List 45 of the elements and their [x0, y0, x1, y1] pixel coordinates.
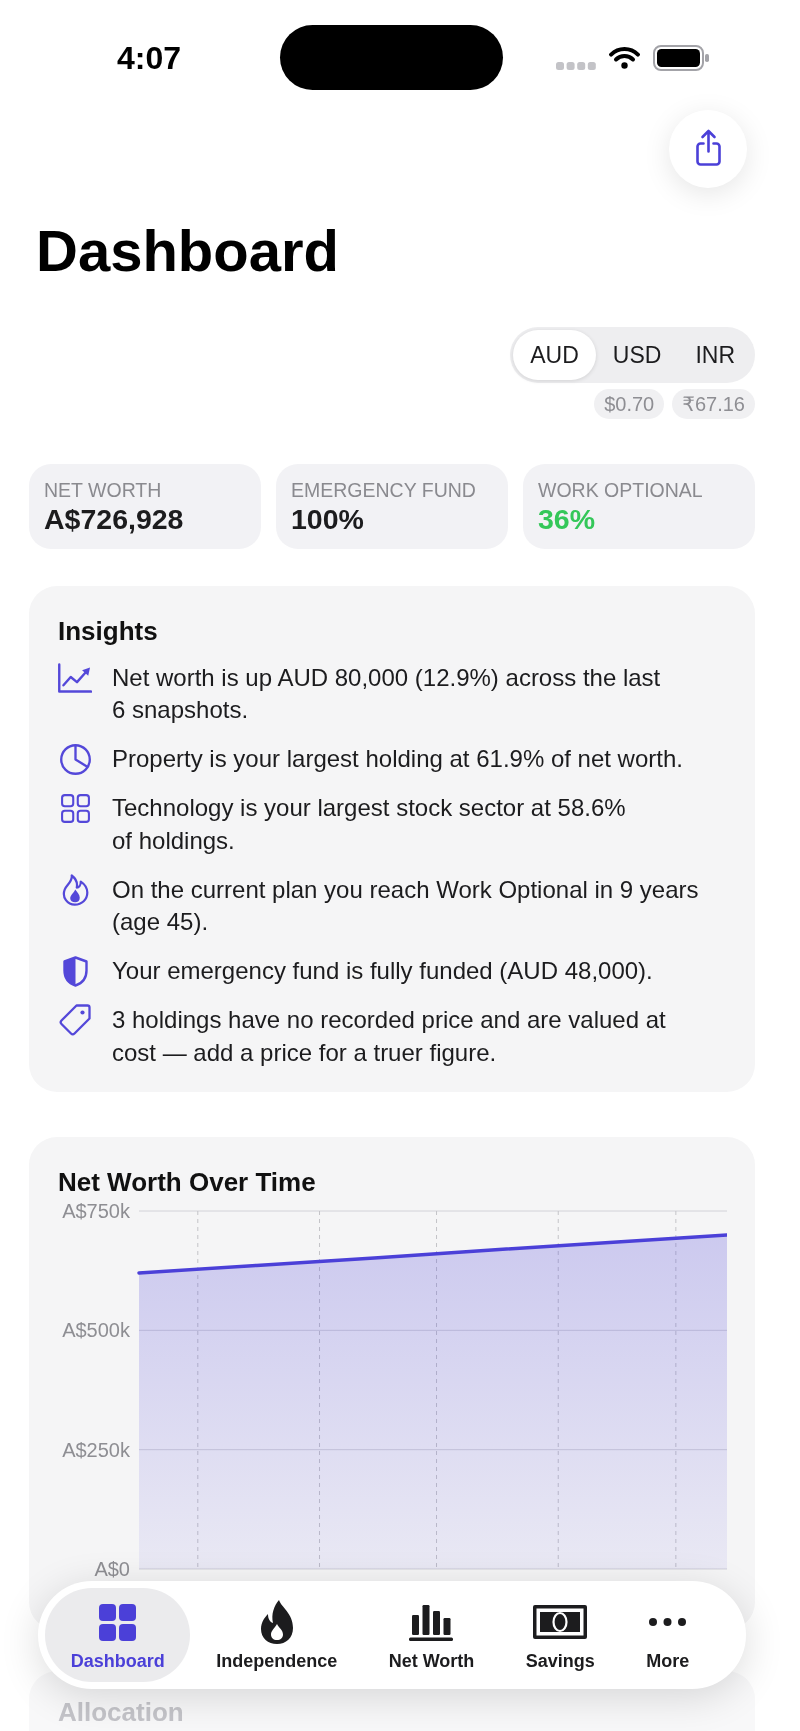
stat-label: EMERGENCY FUND — [291, 478, 476, 502]
tag-icon — [59, 1004, 91, 1037]
battery-icon — [653, 44, 709, 71]
stat-value: 100% — [291, 502, 364, 536]
page-title: Dashboard — [36, 217, 339, 285]
bar-chart-icon — [409, 1603, 454, 1641]
flame-icon — [259, 1600, 294, 1644]
currency-option[interactable]: USD — [595, 330, 679, 380]
tab-item[interactable]: Dashboard — [45, 1588, 191, 1682]
banknote-icon — [533, 1605, 588, 1639]
card-title: Insights — [58, 615, 158, 648]
shield-icon — [62, 955, 88, 987]
insight-text: 3 holdings have no recorded price and are valued at cost — add a price for a truer figure. — [112, 1005, 667, 1068]
tab-item[interactable]: Net Worth — [362, 1588, 501, 1682]
currency-option[interactable]: INR — [678, 330, 752, 380]
signal-icon — [556, 61, 596, 70]
wifi-icon — [609, 46, 640, 69]
tab-item[interactable]: Savings — [500, 1588, 621, 1682]
insight-text: Net worth is up AUD 80,000 (12.9%) across the last 6 snapshots. — [112, 662, 662, 725]
share-icon — [695, 128, 721, 166]
y-axis-label: A$250k — [62, 1438, 130, 1461]
chart-title: Net Worth Over Time — [58, 1166, 316, 1199]
tab-item[interactable]: More — [620, 1588, 715, 1682]
y-axis-label: A$750k — [62, 1200, 130, 1222]
stat-value: 36% — [538, 502, 596, 536]
tab-item[interactable]: Independence — [190, 1588, 363, 1682]
pie-chart-icon — [59, 743, 91, 775]
insight-text: Technology is your largest stock sector at 58.6% of holdings. — [112, 793, 627, 856]
stat-value: A$726,928 — [44, 502, 184, 536]
insight-text: Property is your largest holding at 61.9% of net worth. — [112, 744, 683, 774]
y-axis-label: A$0 — [94, 1558, 130, 1580]
exchange-rate-chip: ₹67.16 — [672, 389, 755, 419]
status-time: 4:07 — [116, 39, 181, 76]
stat-label: WORK OPTIONAL — [538, 478, 703, 502]
insight-text: On the current plan you reach Work Optional in 9 years (age 45). — [112, 874, 700, 937]
exchange-rate-chip: $0.70 — [594, 389, 665, 419]
trend-chart-icon — [58, 662, 92, 693]
insight-text: Your emergency fund is fully funded (AUD 48,000). — [112, 956, 653, 986]
grid-icon — [99, 1603, 137, 1641]
more-icon — [649, 1618, 687, 1626]
currency-option[interactable]: AUD — [513, 330, 596, 380]
flame-icon — [61, 873, 89, 906]
y-axis-label: A$500k — [62, 1319, 130, 1342]
stat-label: NET WORTH — [44, 478, 162, 502]
grid-icon — [60, 793, 90, 823]
